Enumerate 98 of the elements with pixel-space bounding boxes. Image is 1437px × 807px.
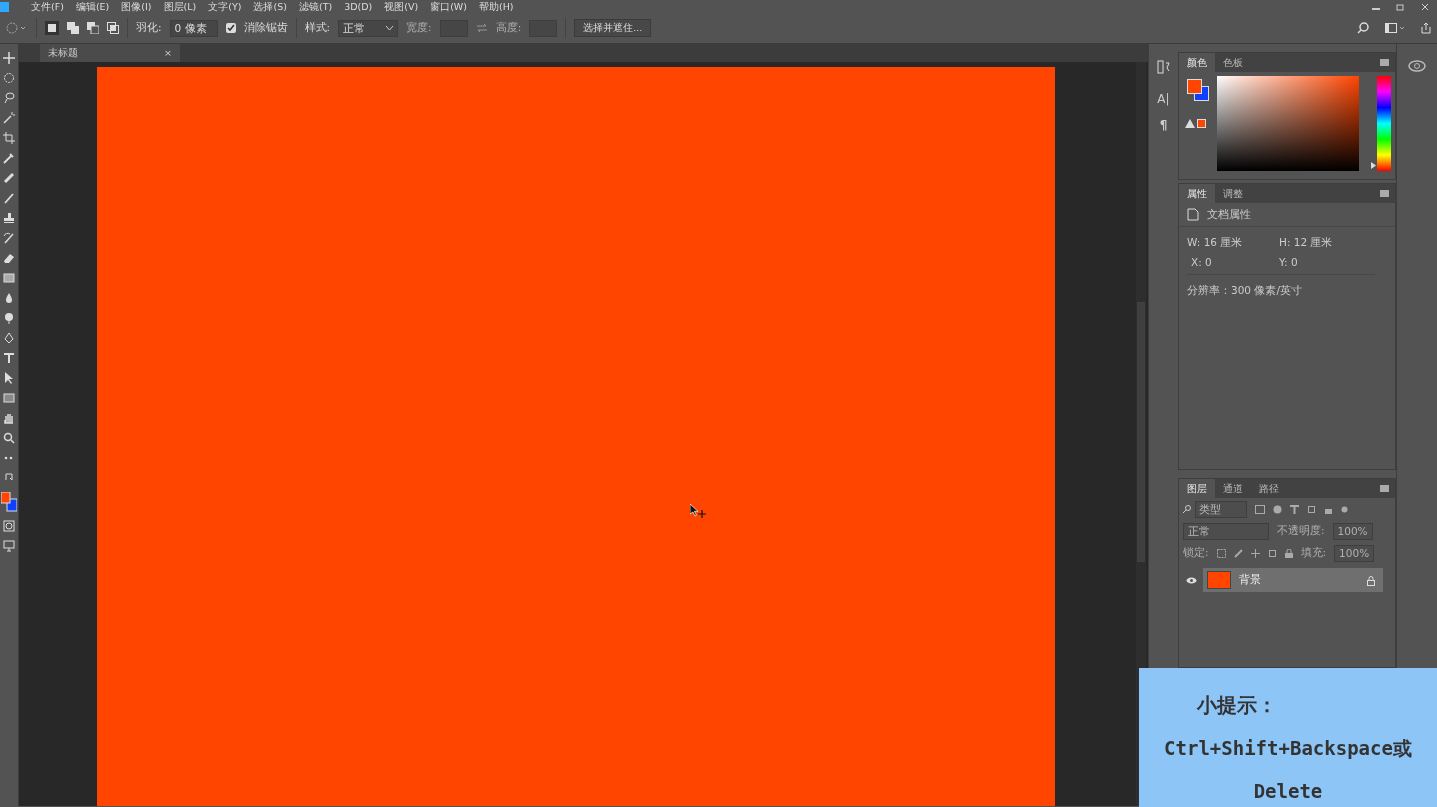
tip-text: Delete <box>1252 778 1324 804</box>
marquee-tool-icon[interactable] <box>3 72 15 84</box>
search-icon[interactable] <box>1357 22 1369 34</box>
panel-tab[interactable]: 图层 <box>1179 479 1215 498</box>
menu-item[interactable]: 文件(F) <box>25 1 70 12</box>
zoom-icon[interactable] <box>3 432 15 444</box>
width-value: W: 16 厘米 <box>1187 235 1244 250</box>
panel-tab[interactable]: 属性 <box>1179 184 1215 203</box>
paragraph-panel-button[interactable]: ¶ <box>1159 116 1168 134</box>
crop-tool-icon[interactable] <box>3 132 15 144</box>
eraser-icon[interactable] <box>3 252 15 264</box>
close-icon[interactable] <box>1421 2 1429 11</box>
antialias-checkbox[interactable] <box>225 23 236 33</box>
menu-item[interactable]: 选择(S) <box>247 1 293 12</box>
magic-wand-icon[interactable] <box>3 112 15 124</box>
opacity-label: 不透明度: <box>1277 523 1325 539</box>
rectangle-tool-icon[interactable] <box>3 392 15 404</box>
quick-mask-icon[interactable] <box>3 520 15 532</box>
select-and-mask-button[interactable]: 选择并遮住... <box>574 19 652 37</box>
dodge-icon[interactable] <box>3 312 15 324</box>
resolution-text: 分辨率：300 像素/英寸 <box>1187 284 1302 296</box>
menu-item[interactable]: 帮助(H) <box>472 1 520 12</box>
menu-item[interactable]: 图像(I) <box>115 1 158 12</box>
width-label: 宽度: <box>406 20 432 36</box>
pen-icon[interactable] <box>3 332 15 344</box>
marquee-tool-icon[interactable] <box>6 22 28 34</box>
menu-item[interactable]: 文字(Y) <box>202 1 248 12</box>
document-icon <box>1187 208 1199 221</box>
add-selection-icon[interactable] <box>67 22 79 34</box>
blend-mode-dropdown[interactable]: 正常 <box>1183 522 1269 540</box>
move-tool-icon[interactable] <box>3 52 15 64</box>
image-filter-icon[interactable] <box>1255 504 1265 514</box>
antialias-label: 消除锯齿 <box>243 20 288 36</box>
app-logo-icon[interactable] <box>0 1 9 12</box>
color-picker-field[interactable] <box>1217 76 1359 171</box>
visibility-icon[interactable] <box>1185 576 1197 584</box>
workspace-icon[interactable] <box>1385 22 1405 34</box>
gamut-swatch[interactable] <box>1197 119 1206 128</box>
tip-text: Ctrl+Shift+Backspace或 <box>1163 736 1413 761</box>
new-selection-icon[interactable] <box>45 21 59 35</box>
search-icon <box>1183 505 1191 513</box>
lock-label: 锁定: <box>1183 545 1209 561</box>
shape-filter-icon[interactable] <box>1307 504 1316 514</box>
feather-field[interactable]: 0 像素 <box>169 19 218 37</box>
artboard-icon[interactable] <box>1267 548 1277 558</box>
selection-arrow-icon[interactable] <box>3 372 15 384</box>
panel-tab[interactable]: 颜色 <box>1179 53 1215 72</box>
swap-icon[interactable] <box>475 23 488 33</box>
lock-pixels-icon[interactable] <box>1216 548 1226 558</box>
tip-title: 小提示： <box>1197 692 1278 719</box>
opacity-field[interactable]: 100% <box>1332 522 1373 540</box>
lasso-tool-icon[interactable] <box>3 92 15 104</box>
warning-icon <box>1185 119 1195 128</box>
menu-item[interactable]: 滤镜(T) <box>292 1 339 12</box>
character-panel-button[interactable]: A| <box>1157 90 1170 108</box>
lock-icon[interactable] <box>1284 548 1293 558</box>
menu-item[interactable]: 编辑(E) <box>69 1 116 12</box>
type-tool-icon[interactable] <box>3 352 15 364</box>
type-filter-icon[interactable] <box>1290 504 1299 514</box>
menu-item[interactable]: 图层(L) <box>157 1 203 12</box>
x-value: X: 0 <box>1191 255 1213 270</box>
y-value: Y: 0 <box>1279 255 1298 270</box>
fill-field[interactable]: 100% <box>1334 544 1375 562</box>
height-label: 高度: <box>495 20 522 36</box>
menu-item[interactable]: 3D(D) <box>338 1 379 12</box>
brush-icon[interactable] <box>1233 548 1243 558</box>
cursor-icon <box>690 504 708 518</box>
blur-icon[interactable] <box>3 292 15 304</box>
screen-mode-icon[interactable] <box>3 540 15 552</box>
history-icon[interactable] <box>1156 60 1171 74</box>
intersect-selection-icon[interactable] <box>107 22 119 34</box>
menu-item[interactable]: 窗口(W) <box>424 1 473 12</box>
layer-filter-field[interactable]: 类型 <box>1195 500 1247 518</box>
share-icon[interactable] <box>1421 22 1431 34</box>
gradient-icon[interactable] <box>3 272 15 284</box>
filter-toggle-icon[interactable] <box>1341 505 1348 513</box>
eyedropper-icon[interactable] <box>3 152 15 164</box>
panel-heading: 文档属性 <box>1207 206 1251 222</box>
layer-row[interactable]: 背景 <box>1203 568 1383 592</box>
document-tab[interactable]: 未标题 × <box>40 44 180 62</box>
fill-label: 填充: <box>1300 545 1327 561</box>
style-label: 样式: <box>304 20 331 36</box>
layer-thumbnail <box>1207 571 1231 589</box>
restore-icon[interactable] <box>1396 2 1405 11</box>
move-icon[interactable] <box>1250 548 1260 558</box>
stamp-icon[interactable] <box>3 212 15 224</box>
style-dropdown[interactable]: 正常 <box>338 19 399 37</box>
caret-icon <box>386 25 394 31</box>
feather-label: 羽化: <box>136 20 162 36</box>
history-brush-icon[interactable] <box>3 232 15 244</box>
color-swatches-icon[interactable] <box>1187 79 1209 101</box>
height-value: H: 12 厘米 <box>1279 235 1333 250</box>
menu-item[interactable]: 视图(V) <box>378 1 425 12</box>
adjustment-filter-icon[interactable] <box>1273 504 1282 514</box>
subtract-selection-icon[interactable] <box>87 22 99 34</box>
hand-icon[interactable] <box>3 412 15 424</box>
layer-name: 背景 <box>1239 572 1261 588</box>
color-swatches-icon[interactable] <box>1 492 17 512</box>
